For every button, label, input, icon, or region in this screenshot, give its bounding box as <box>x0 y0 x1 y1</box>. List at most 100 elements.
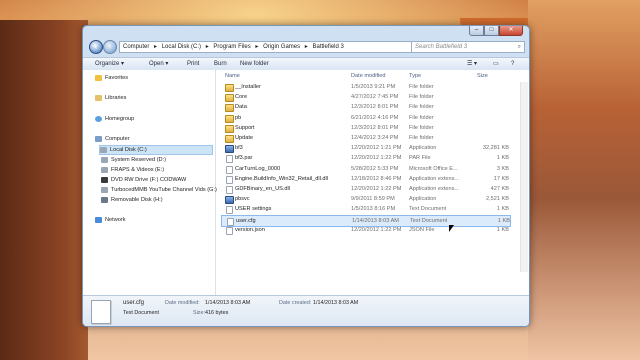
nav-network[interactable]: Network <box>95 216 126 224</box>
maximize-button[interactable]: □ <box>484 26 499 36</box>
column-header-size[interactable]: Size <box>477 72 488 81</box>
nav-drive-h[interactable]: Removable Disk (H:) <box>101 196 163 204</box>
file-type: Text Document <box>409 206 447 213</box>
folder-icon <box>225 94 234 103</box>
breadcrumb-computer[interactable]: Computer <box>123 44 149 50</box>
breadcrumb-separator[interactable]: ▸ <box>206 44 209 50</box>
breadcrumb-separator[interactable]: ▸ <box>305 44 308 50</box>
breadcrumb-separator[interactable]: ▸ <box>255 44 258 50</box>
details-filetype: Text Document <box>123 310 159 316</box>
navigation-pane: Favorites Libraries Homegroup Computer L… <box>83 70 217 295</box>
usb-drive-icon <box>101 196 108 203</box>
folder-icon <box>225 84 234 92</box>
nav-libraries[interactable]: Libraries <box>95 94 126 102</box>
nav-favorites-label: Favorites <box>105 75 129 81</box>
open-button[interactable]: Open ▾ <box>149 58 168 70</box>
file-name: Engine.BuildInfo_Win32_Retail_dll.dll <box>235 175 328 182</box>
breadcrumb-origin-games[interactable]: Origin Games <box>263 44 300 50</box>
nav-drive-g[interactable]: TurbocedMMB YouTube Channel Vids (G:) <box>101 186 217 194</box>
nav-drive-label: FRAPS & Videos (E:) <box>111 167 165 173</box>
details-modified-value: 1/14/2013 8:03 AM <box>205 300 251 306</box>
search-input[interactable]: Search Battlefield 3 ⌕ <box>411 41 525 53</box>
file-name: GDFBinary_en_US.dll <box>235 186 291 192</box>
file-name: pb <box>235 114 242 121</box>
file-row[interactable]: __Installer 1/5/2013 9:21 PM File folder <box>221 82 509 92</box>
file-row[interactable]: bf3 12/20/2012 1:21 PM Application 32,281 K… <box>221 143 509 154</box>
breadcrumb-separator[interactable]: ▸ <box>154 44 157 50</box>
file-row[interactable]: Support 12/3/2012 8:01 PM File folder <box>221 123 509 133</box>
print-button[interactable]: Print <box>187 58 199 70</box>
new-folder-button[interactable]: New folder <box>240 58 269 70</box>
file-size: 2,521 KB <box>485 196 509 203</box>
nav-drive-e[interactable]: FRAPS & Videos (E:) <box>101 166 164 174</box>
homegroup-icon <box>95 115 102 122</box>
file-name: bf3 <box>235 145 243 152</box>
file-date: 12/18/2012 8:46 PM <box>351 175 402 182</box>
file-row[interactable]: CarTurnLog_0000 5/28/2012 5:33 PM Microsof… <box>221 164 509 174</box>
forward-arrow-icon[interactable]: › <box>103 40 117 54</box>
address-bar[interactable]: Computer ▸ Local Disk (C:) ▸ Program Fil… <box>119 41 423 53</box>
file-row[interactable]: pbsvc 9/9/2011 8:59 PM Application 2,521 KB <box>221 194 509 205</box>
breadcrumb-battlefield-3[interactable]: Battlefield 3 <box>312 44 343 50</box>
close-button[interactable]: ✕ <box>499 26 523 36</box>
file-size: 3 KB <box>496 165 509 172</box>
file-row[interactable]: Core 4/27/2012 7:45 PM File folder <box>221 92 509 103</box>
nav-computer-label: Computer <box>105 136 130 142</box>
scrollbar[interactable] <box>520 82 528 272</box>
file-date: 12/20/2012 1:22 PM <box>351 155 402 162</box>
desktop-rock-left <box>0 20 88 360</box>
details-created-value: 1/14/2013 8:03 AM <box>313 300 359 306</box>
file-row[interactable]: bf3.par 12/20/2012 1:22 PM PAR File 1 KB <box>221 153 509 164</box>
organize-button[interactable]: Organize ▾ <box>95 58 124 70</box>
computer-icon <box>95 135 102 142</box>
file-row[interactable]: version.json 12/20/2012 1:22 PM JSON File 1… <box>221 225 509 235</box>
file-row[interactable]: USER settings 1/5/2013 8:16 PM Text Docume… <box>221 204 509 215</box>
file-date: 4/27/2012 7:45 PM <box>351 94 399 101</box>
file-date: 6/21/2012 4:16 PM <box>351 114 399 121</box>
file-date: 12/20/2012 1:21 PM <box>351 145 402 152</box>
breadcrumb-local-disk[interactable]: Local Disk (C:) <box>162 44 201 50</box>
file-row[interactable]: GDFBinary_en_US.dll 12/20/2012 1:22 PM App… <box>221 184 509 194</box>
file-row[interactable]: Engine.BuildInfo_Win32_Retail_dll.dll 12/… <box>221 174 509 184</box>
preview-pane-icon[interactable]: ▭ <box>493 58 499 70</box>
file-icon <box>226 165 233 174</box>
file-type: PAR File <box>409 155 431 162</box>
file-row[interactable]: Update 12/4/2012 3:24 PM File folder <box>221 133 509 143</box>
nav-drive-label: DVD RW Drive (F:) CODWAW <box>111 177 187 183</box>
help-icon[interactable]: ? <box>511 58 514 70</box>
file-type: Application <box>409 145 437 152</box>
file-row[interactable]: pb 6/21/2012 4:16 PM File folder <box>221 113 509 123</box>
nav-favorites[interactable]: Favorites <box>95 74 128 82</box>
nav-drive-d[interactable]: System Reserved (D:) <box>101 156 166 164</box>
explorer-window: – □ ✕ ‹ › Computer ▸ Local Disk (C:) ▸ P… <box>82 25 530 327</box>
mouse-cursor <box>449 225 454 232</box>
file-type: File folder <box>409 135 434 141</box>
folder-icon <box>225 114 234 123</box>
breadcrumb-program-files[interactable]: Program Files <box>213 44 250 50</box>
file-size: 17 KB <box>493 175 509 182</box>
column-header-date[interactable]: Date modified <box>351 72 386 81</box>
details-modified-label: Date modified: <box>165 300 200 306</box>
library-icon <box>95 94 102 101</box>
nav-drive-f[interactable]: DVD RW Drive (F:) CODWAW <box>101 176 186 184</box>
views-icon[interactable]: ☰ ▾ <box>467 58 477 70</box>
back-arrow-icon[interactable]: ‹ <box>89 40 103 54</box>
file-type: Application extens... <box>409 186 460 192</box>
window-controls: – □ ✕ <box>469 26 523 36</box>
nav-homegroup[interactable]: Homegroup <box>95 115 134 123</box>
column-header-name[interactable]: Name <box>225 72 240 81</box>
nav-drive-label: System Reserved (D:) <box>111 157 167 163</box>
desktop-rock-right <box>528 0 640 360</box>
title-bar[interactable]: – □ ✕ <box>83 26 529 36</box>
address-row: ‹ › Computer ▸ Local Disk (C:) ▸ Program… <box>87 40 525 54</box>
nav-drive-label: TurbocedMMB YouTube Channel Vids (G:) <box>111 187 217 193</box>
file-list: Name Date modified Type Size __Installer… <box>217 70 529 295</box>
burn-button[interactable]: Burn <box>214 58 227 70</box>
minimize-button[interactable]: – <box>469 26 484 36</box>
nav-drive-c[interactable]: Local Disk (C:) <box>99 145 213 155</box>
dvd-icon <box>101 176 108 183</box>
nav-computer[interactable]: Computer <box>95 135 130 143</box>
file-row[interactable]: Data 12/3/2012 8:01 PM File folder <box>221 102 509 113</box>
column-header-type[interactable]: Type <box>409 72 421 81</box>
file-date: 12/20/2012 1:22 PM <box>351 226 402 233</box>
